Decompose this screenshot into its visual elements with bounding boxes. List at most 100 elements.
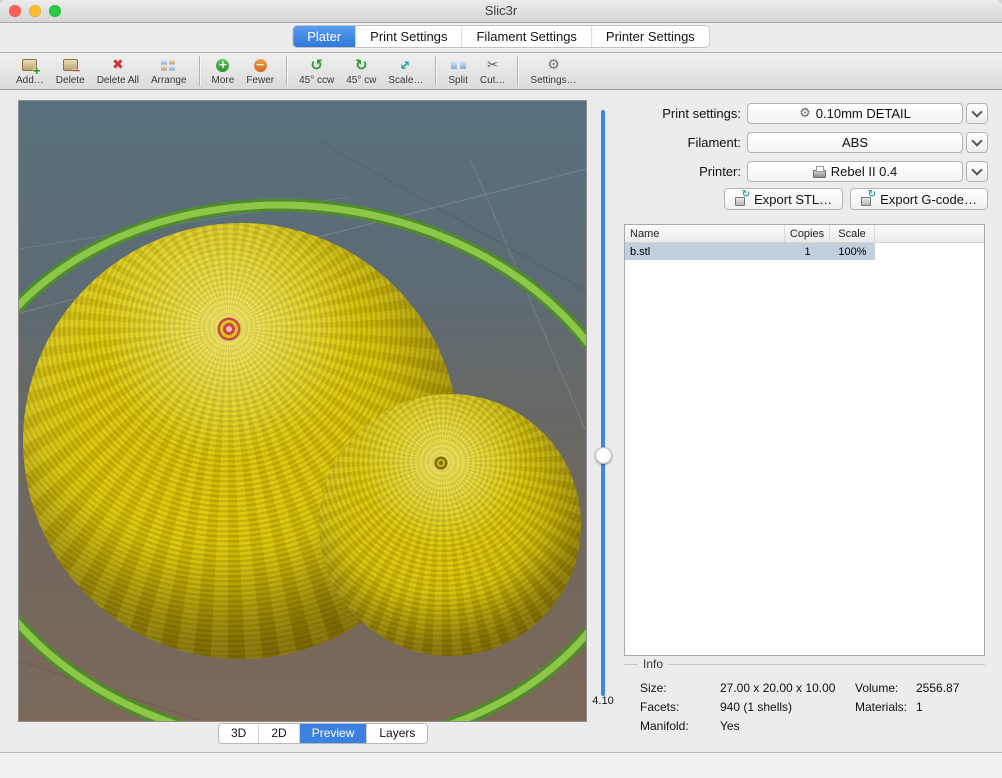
facets-label: Facets: [640, 700, 679, 714]
table-row[interactable]: b.stl 1 100% [625, 243, 875, 260]
column-header-scale[interactable]: Scale [830, 225, 875, 242]
model-small-dome[interactable] [319, 394, 581, 656]
add-icon [22, 57, 37, 74]
view-tab-2d[interactable]: 2D [258, 724, 298, 743]
tab-filament-settings[interactable]: Filament Settings [461, 26, 590, 47]
filament-dropdown-button[interactable] [966, 132, 988, 153]
window-title: Slic3r [0, 0, 1002, 22]
rotate-ccw-icon [310, 57, 323, 74]
viewport-3d-preview[interactable] [18, 100, 587, 722]
export-stl-icon [735, 193, 749, 206]
window-bottom-strip [0, 752, 1002, 778]
object-list-table: Name Copies Scale b.stl 1 100% [624, 224, 985, 656]
arrange-button[interactable]: Arrange [145, 54, 193, 88]
view-tab-layers[interactable]: Layers [366, 724, 427, 743]
size-value: 27.00 x 20.00 x 10.00 [720, 681, 835, 695]
chevron-down-icon [971, 135, 982, 146]
manifold-label: Manifold: [640, 719, 689, 733]
export-gcode-icon [861, 193, 875, 206]
chevron-down-icon [971, 164, 982, 175]
layer-slider-thumb[interactable] [595, 447, 612, 464]
close-icon[interactable] [9, 5, 21, 17]
layer-slider-value: 4.10 [585, 695, 621, 707]
cut-label: Cut… [480, 75, 506, 86]
rotate-cw-icon [355, 57, 368, 74]
info-panel-title: Info [638, 657, 668, 671]
filament-combo[interactable]: ABS [747, 132, 963, 153]
view-mode-tabs: 3D 2D Preview Layers [218, 723, 428, 744]
scale-label: Scale… [388, 75, 423, 86]
fewer-label: Fewer [246, 75, 274, 86]
print-settings-combo[interactable]: 0.10mm DETAIL [747, 103, 963, 124]
filament-label: Filament: [623, 135, 747, 150]
more-button[interactable]: More [206, 54, 241, 88]
delete-icon [63, 57, 78, 74]
chevron-down-icon [971, 106, 982, 117]
materials-label: Materials: [855, 700, 907, 714]
model-small-apex-rings [432, 454, 450, 472]
scale-button[interactable]: Scale… [382, 54, 429, 88]
main-tab-bar: Plater Print Settings Filament Settings … [292, 25, 710, 48]
export-stl-button[interactable]: Export STL… [724, 188, 843, 210]
tab-printer-settings[interactable]: Printer Settings [591, 26, 709, 47]
scale-icon [400, 57, 411, 74]
toolbar: Add… Delete Delete All Arrange More Fewe… [0, 52, 1002, 90]
column-header-name[interactable]: Name [625, 225, 785, 242]
split-icon [451, 57, 466, 74]
arrange-label: Arrange [151, 75, 187, 86]
filament-row: Filament: ABS [623, 131, 988, 154]
gear-icon [799, 107, 811, 120]
minimize-icon[interactable] [29, 5, 41, 17]
fewer-button[interactable]: Fewer [240, 54, 280, 88]
delete-button[interactable]: Delete [50, 54, 91, 88]
delete-all-icon [112, 57, 124, 74]
cut-button[interactable]: Cut… [474, 54, 512, 88]
more-icon [216, 57, 229, 74]
add-button[interactable]: Add… [10, 54, 50, 88]
settings-button[interactable]: Settings… [524, 54, 582, 88]
export-gcode-label: Export G-code… [880, 192, 977, 207]
rotate-ccw-button[interactable]: 45° ccw [293, 54, 340, 88]
rotate-ccw-label: 45° ccw [299, 75, 334, 86]
model-large-apex-rings [212, 312, 246, 346]
toolbar-separator [286, 56, 287, 86]
traffic-lights [9, 5, 61, 17]
manifold-value: Yes [720, 719, 740, 733]
printer-combo[interactable]: Rebel II 0.4 [747, 161, 963, 182]
settings-label: Settings… [530, 75, 576, 86]
info-panel: Info Size: 27.00 x 20.00 x 10.00 Volume:… [624, 664, 985, 747]
printer-row: Printer: Rebel II 0.4 [623, 160, 988, 183]
titlebar: Slic3r [0, 0, 1002, 23]
view-tab-3d[interactable]: 3D [219, 724, 258, 743]
print-settings-label: Print settings: [623, 106, 747, 121]
volume-value: 2556.87 [916, 681, 959, 695]
split-button[interactable]: Split [442, 54, 473, 88]
print-settings-value: 0.10mm DETAIL [816, 106, 911, 121]
cell-scale: 100% [830, 243, 875, 260]
tab-plater[interactable]: Plater [293, 26, 355, 47]
column-header-copies[interactable]: Copies [785, 225, 830, 242]
volume-label: Volume: [855, 681, 898, 695]
zoom-icon[interactable] [49, 5, 61, 17]
rotate-cw-button[interactable]: 45° cw [340, 54, 382, 88]
slic3r-window: Slic3r Plater Print Settings Filament Se… [0, 0, 1002, 778]
printer-dropdown-button[interactable] [966, 161, 988, 182]
view-tab-preview[interactable]: Preview [299, 724, 367, 743]
toolbar-separator [517, 56, 518, 86]
export-stl-label: Export STL… [754, 192, 832, 207]
split-label: Split [448, 75, 467, 86]
export-gcode-button[interactable]: Export G-code… [850, 188, 988, 210]
toolbar-separator [435, 56, 436, 86]
tab-print-settings[interactable]: Print Settings [355, 26, 461, 47]
arrange-icon [161, 57, 176, 74]
delete-all-button[interactable]: Delete All [91, 54, 145, 88]
facets-value: 940 (1 shells) [720, 700, 792, 714]
export-buttons-row: Export STL… Export G-code… [623, 188, 988, 210]
toolbar-separator [199, 56, 200, 86]
print-settings-dropdown-button[interactable] [966, 103, 988, 124]
more-label: More [212, 75, 235, 86]
printer-icon [813, 166, 826, 177]
layer-slider-track[interactable] [601, 110, 605, 696]
printer-value: Rebel II 0.4 [831, 164, 898, 179]
materials-value: 1 [916, 700, 923, 714]
